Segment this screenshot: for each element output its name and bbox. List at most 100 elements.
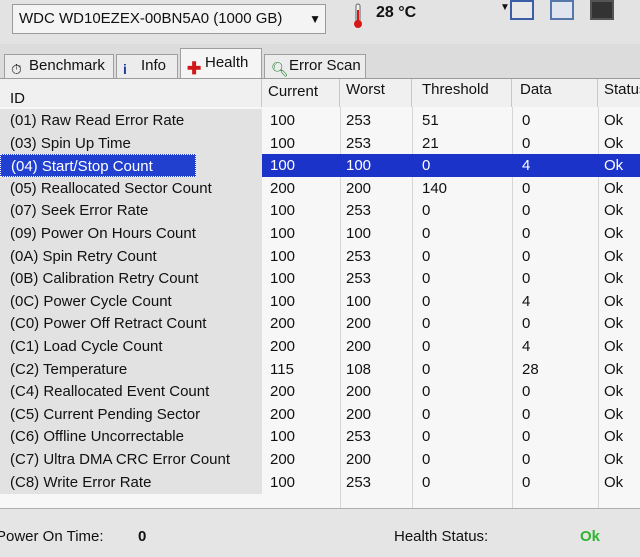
attribute-name: (03) Spin Up Time — [0, 131, 262, 155]
attribute-name: (01) Raw Read Error Rate — [0, 109, 262, 132]
copy-icon[interactable] — [510, 0, 534, 20]
worst-value: 253 — [346, 134, 372, 152]
table-row[interactable]: (0C) Power Cycle Count 100 100 0 4 Ok — [0, 289, 640, 313]
attribute-name: (C4) Reallocated Event Count — [0, 380, 262, 404]
threshold-value: 0 — [412, 154, 512, 178]
attribute-name: (C0) Power Off Retract Count — [0, 312, 262, 336]
tab-info[interactable]: i Info — [116, 54, 178, 78]
attribute-name: (05) Reallocated Sector Count — [0, 176, 262, 200]
status-value: Ok — [604, 179, 624, 197]
drive-select[interactable]: WDC WD10EZEX-00BN5A0 (1000 GB) ▼ — [12, 4, 326, 34]
table-row[interactable]: (C0) Power Off Retract Count 200 200 0 0 Ok — [0, 312, 640, 336]
tab-health[interactable]: ✚ Health — [180, 48, 262, 78]
worst-value: 100 — [346, 225, 372, 242]
current-value: 100 — [270, 247, 296, 265]
status-value: Ok — [604, 270, 624, 288]
table-row[interactable]: (0B) Calibration Retry Count 100 253 0 0 Ok — [0, 267, 640, 291]
table-row[interactable]: (C7) Ultra DMA CRC Error Count 200 200 0 0 Ok — [0, 448, 640, 471]
worst-value: 253 — [346, 202, 372, 220]
current-value: 100 — [270, 112, 296, 129]
screenshot-icon[interactable] — [550, 0, 574, 20]
threshold-value: 0 — [422, 451, 431, 468]
raw-data-value: 0 — [522, 112, 531, 129]
raw-data-value: 0 — [522, 383, 531, 401]
header-id[interactable]: ID — [0, 79, 262, 107]
tab-error-scan[interactable]: 🔍︎ Error Scan — [264, 54, 366, 78]
raw-data-value: 28 — [522, 360, 539, 378]
power-on-time-label: Power On Time: — [0, 528, 104, 545]
status-value: Ok — [604, 360, 624, 378]
worst-value: 108 — [346, 360, 372, 378]
table-row[interactable]: (03) Spin Up Time 100 253 21 0 Ok — [0, 131, 640, 155]
tab-benchmark[interactable]: ⏱ Benchmark — [4, 54, 114, 78]
threshold-value: 140 — [422, 179, 448, 197]
worst-value: 253 — [346, 428, 372, 446]
attribute-name: (0B) Calibration Retry Count — [0, 267, 262, 291]
dropdown-arrow-icon[interactable]: ▼ — [309, 5, 321, 33]
table-row[interactable]: (C5) Current Pending Sector 200 200 0 0 Ok — [0, 402, 640, 426]
table-row[interactable]: (09) Power On Hours Count 100 100 0 0 Ok — [0, 222, 640, 245]
toolbar: WDC WD10EZEX-00BN5A0 (1000 GB) ▼ 28 °C ▼ — [0, 0, 640, 44]
worst-value: 200 — [346, 338, 372, 355]
menu-arrow-icon[interactable]: ▼ — [500, 2, 510, 13]
attribute-name: (04) Start/Stop Count — [0, 154, 196, 178]
worst-value: 100 — [346, 292, 372, 310]
header-current[interactable]: Current — [262, 79, 340, 107]
table-row[interactable]: (01) Raw Read Error Rate 100 253 51 0 Ok — [0, 109, 640, 132]
table-row[interactable]: (C1) Load Cycle Count 200 200 0 4 Ok — [0, 335, 640, 358]
worst-value: 253 — [346, 112, 372, 129]
attribute-name: (C6) Offline Uncorrectable — [0, 425, 262, 449]
table-row[interactable]: (C2) Temperature 115 108 0 28 Ok — [0, 357, 640, 381]
status-value: Ok — [604, 451, 624, 468]
threshold-value: 0 — [422, 202, 431, 220]
raw-data-value: 0 — [522, 202, 531, 220]
info-icon: i — [123, 61, 127, 77]
raw-data-value: 0 — [522, 247, 531, 265]
header-status[interactable]: Status — [598, 79, 640, 107]
table-row[interactable]: (07) Seek Error Rate 100 253 0 0 Ok — [0, 199, 640, 223]
threshold-value: 0 — [422, 270, 431, 288]
status-value: Ok — [604, 292, 624, 310]
current-value: 100 — [270, 134, 296, 152]
header-worst[interactable]: Worst — [340, 79, 412, 107]
smart-table: ID Current Worst Threshold Data Status (… — [0, 78, 640, 509]
current-value: 100 — [270, 292, 296, 310]
raw-data-value: 4 — [522, 338, 531, 355]
attribute-name: (C5) Current Pending Sector — [0, 402, 262, 426]
temperature-value: 28 °C — [376, 4, 417, 21]
worst-value: 253 — [346, 247, 372, 265]
status-value: Ok — [604, 225, 624, 242]
table-row[interactable]: (C6) Offline Uncorrectable 100 253 0 0 Ok — [0, 425, 640, 449]
raw-data-value: 4 — [522, 292, 531, 310]
raw-data-value: 0 — [522, 451, 531, 468]
table-header: ID Current Worst Threshold Data Status — [0, 79, 640, 107]
current-value: 200 — [270, 179, 296, 197]
table-row[interactable]: (04) Start/Stop Count 100 100 0 4 Ok — [0, 154, 640, 178]
threshold-value: 0 — [422, 315, 431, 333]
attribute-name: (07) Seek Error Rate — [0, 199, 262, 223]
status-value: Ok — [598, 154, 640, 178]
current-value: 100 — [270, 225, 296, 242]
current-value: 200 — [270, 451, 296, 468]
current-value: 200 — [270, 383, 296, 401]
status-value: Ok — [604, 315, 624, 333]
table-row[interactable]: (05) Reallocated Sector Count 200 200 140 0 O… — [0, 176, 640, 200]
threshold-value: 21 — [422, 134, 439, 152]
table-row[interactable]: (0A) Spin Retry Count 100 253 0 0 Ok — [0, 244, 640, 268]
status-value: Ok — [604, 383, 624, 401]
attribute-name: (C2) Temperature — [0, 357, 262, 381]
raw-data-value: 0 — [522, 134, 531, 152]
tab-label: Health — [205, 54, 249, 71]
table-row[interactable]: (C8) Write Error Rate 100 253 0 0 Ok — [0, 470, 640, 494]
worst-value: 100 — [340, 154, 412, 178]
current-value: 100 — [270, 270, 296, 288]
raw-data-value: 4 — [512, 154, 598, 178]
raw-data-value: 0 — [522, 179, 531, 197]
threshold-value: 0 — [422, 428, 431, 446]
power-on-time-value: 0 — [138, 528, 147, 545]
save-icon[interactable] — [590, 0, 614, 20]
header-data[interactable]: Data — [512, 79, 598, 107]
table-row[interactable]: (C4) Reallocated Event Count 200 200 0 0 Ok — [0, 380, 640, 404]
header-threshold[interactable]: Threshold — [412, 79, 512, 107]
attribute-name: (0C) Power Cycle Count — [0, 289, 262, 313]
